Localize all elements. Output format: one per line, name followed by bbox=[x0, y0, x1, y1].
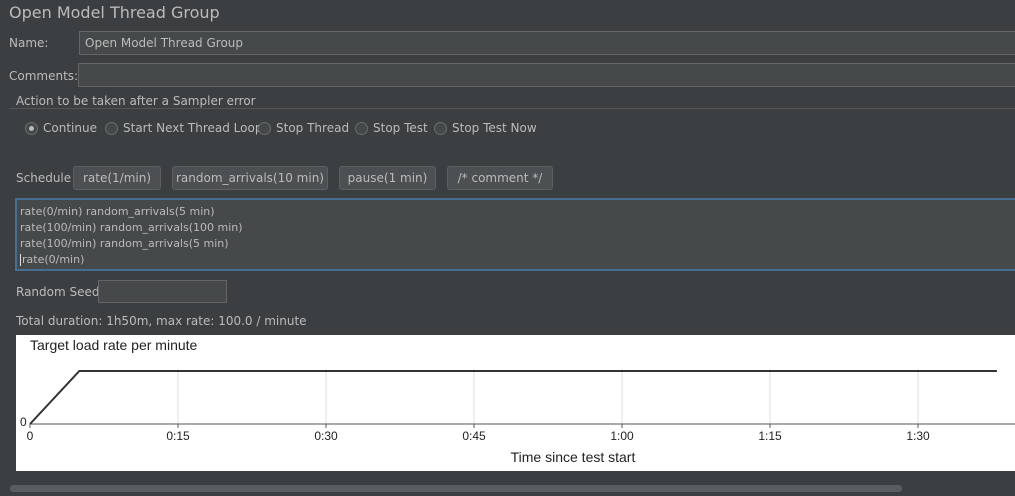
name-label: Name: bbox=[9, 36, 49, 50]
random-arrivals-button[interactable]: random_arrivals(10 min) bbox=[172, 166, 328, 190]
page-title: Open Model Thread Group bbox=[9, 3, 220, 22]
radio-button[interactable] bbox=[355, 121, 368, 135]
comment-button[interactable]: /* comment */ bbox=[447, 166, 553, 190]
schedule-line-last: rate(0/min) bbox=[20, 252, 1015, 268]
radio-continue[interactable]: Continue bbox=[25, 121, 97, 135]
scrollbar-thumb[interactable] bbox=[10, 485, 902, 492]
schedule-line: rate(100/min) random_arrivals(5 min) bbox=[20, 237, 229, 250]
rate-series-line bbox=[29, 370, 997, 425]
x-tick-label: 0:45 bbox=[462, 429, 486, 443]
x-tick-label: 1:15 bbox=[758, 429, 782, 443]
radio-label-stop-thread: Stop Thread bbox=[276, 121, 350, 135]
schedule-line: rate(0/min) random_arrivals(5 min) bbox=[20, 205, 215, 218]
comments-label: Comments: bbox=[9, 69, 79, 83]
radio-label-start-next-thread-loop: Start Next Thread Loop bbox=[123, 121, 263, 135]
pause-button[interactable]: pause(1 min) bbox=[339, 166, 436, 190]
random-seed-label: Random Seed bbox=[16, 285, 100, 299]
chart-title: Target load rate per minute bbox=[30, 337, 198, 353]
radio-label-stop-test-now: Stop Test Now bbox=[452, 121, 537, 135]
x-tick-label: 1:00 bbox=[610, 429, 634, 443]
schedule-label: Schedule bbox=[16, 171, 72, 185]
chart-svg: Target load rate per minute Time since t… bbox=[20, 337, 1015, 465]
radio-label-stop-test: Stop Test bbox=[373, 121, 428, 135]
radio-stop-thread[interactable]: Stop Thread bbox=[258, 121, 349, 135]
rate-button[interactable]: rate(1/min) bbox=[73, 166, 161, 190]
radio-button[interactable] bbox=[434, 121, 447, 135]
radio-button-selected[interactable] bbox=[25, 121, 38, 135]
total-duration-text: Total duration: 1h50m, max rate: 100.0 /… bbox=[16, 314, 307, 328]
random-seed-input[interactable] bbox=[98, 280, 227, 303]
x-tick-label: 0 bbox=[27, 429, 34, 443]
error-action-group-border bbox=[9, 108, 1015, 109]
radio-button[interactable] bbox=[105, 121, 118, 135]
radio-label-continue: Continue bbox=[43, 121, 97, 135]
x-tick-label: 0:15 bbox=[166, 429, 190, 443]
chart-x-axis-label: Time since test start bbox=[511, 449, 636, 465]
name-input[interactable]: Open Model Thread Group bbox=[79, 31, 1015, 55]
schedule-textarea[interactable]: rate(0/min) random_arrivals(5 min) rate(… bbox=[15, 198, 1015, 271]
radio-stop-test[interactable]: Stop Test bbox=[355, 121, 428, 135]
x-tick-label: 0:30 bbox=[314, 429, 338, 443]
schedule-line: rate(100/min) random_arrivals(100 min) bbox=[20, 221, 243, 234]
radio-start-next-thread-loop[interactable]: Start Next Thread Loop bbox=[105, 121, 262, 135]
y-tick-label: 0 bbox=[20, 415, 27, 429]
radio-button[interactable] bbox=[258, 121, 271, 135]
error-action-legend: Action to be taken after a Sampler error bbox=[16, 94, 260, 108]
text-caret bbox=[20, 254, 21, 266]
radio-stop-test-now[interactable]: Stop Test Now bbox=[434, 121, 537, 135]
load-rate-chart: Target load rate per minute Time since t… bbox=[16, 335, 1015, 471]
comments-input[interactable] bbox=[78, 63, 1015, 87]
schedule-line-text: rate(0/min) bbox=[22, 253, 85, 266]
x-tick-label: 1:30 bbox=[906, 429, 930, 443]
